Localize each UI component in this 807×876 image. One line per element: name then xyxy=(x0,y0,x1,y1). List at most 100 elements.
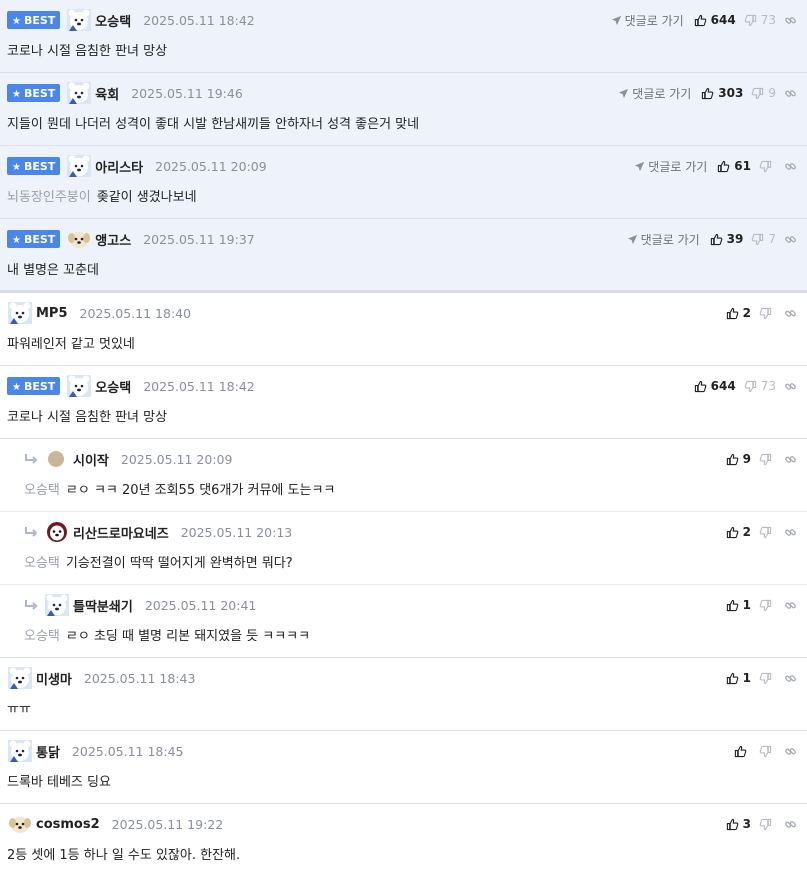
thumbs-down-icon xyxy=(759,599,772,612)
nickname[interactable]: 틀딱분쇄기 xyxy=(73,596,133,615)
upvote-button[interactable]: 644 xyxy=(694,13,736,27)
comment-body: 지들이 뭔데 나더러 성격이 좋대 시발 한남새끼들 안하자너 성격 좋은거 맞… xyxy=(7,113,797,132)
link-icon[interactable] xyxy=(784,599,797,612)
downvote-button[interactable] xyxy=(759,160,776,173)
reply-target[interactable]: 오승택 xyxy=(24,483,60,498)
link-icon[interactable] xyxy=(784,745,797,758)
nickname[interactable]: 미생마 xyxy=(36,669,72,688)
upvote-button[interactable]: 39 xyxy=(710,232,743,246)
comment-header: 통닭 2025.05.11 18:45 xyxy=(7,740,807,762)
upvote-count: 644 xyxy=(710,13,736,27)
avatar[interactable] xyxy=(7,739,33,763)
reply-target[interactable]: 뇌동장인주붕이 xyxy=(7,190,91,205)
reply-target[interactable]: 오승택 xyxy=(24,556,60,571)
link-icon[interactable] xyxy=(784,160,797,173)
star-icon: ★ xyxy=(12,88,21,100)
link-icon[interactable] xyxy=(784,307,797,320)
avatar[interactable] xyxy=(7,666,33,690)
downvote-button[interactable]: 9 xyxy=(751,86,776,100)
comment-body: 파워레인저 같고 멋있네 xyxy=(7,333,797,352)
downvote-button[interactable] xyxy=(759,745,776,758)
link-icon[interactable] xyxy=(784,380,797,393)
downvote-button[interactable] xyxy=(759,453,776,466)
downvote-button[interactable]: 73 xyxy=(744,379,776,393)
link-icon[interactable] xyxy=(784,87,797,100)
comment-date: 2025.05.11 20:09 xyxy=(120,451,233,467)
upvote-button[interactable]: 1 xyxy=(726,598,751,612)
upvote-count: 3 xyxy=(742,817,751,831)
star-icon: ★ xyxy=(12,234,21,246)
avatar[interactable] xyxy=(44,520,70,544)
comment-header: 시이작 2025.05.11 20:09 xyxy=(22,448,807,470)
reply-go-button[interactable]: 댓글로 가기 xyxy=(627,231,700,248)
best-comment: ★ BEST 육회 2025.05.11 19:46 댓글로 가기 303 9 지들이 뭔데 … xyxy=(0,73,807,146)
upvote-button[interactable]: 2 xyxy=(726,306,751,320)
reply-go-button[interactable]: 댓글로 가기 xyxy=(634,158,707,175)
upvote-button[interactable]: 1 xyxy=(726,671,751,685)
avatar[interactable] xyxy=(7,812,33,836)
thumbs-down-icon xyxy=(759,160,772,173)
downvote-button[interactable]: 7 xyxy=(751,232,776,246)
nickname[interactable]: 오승택 xyxy=(95,11,131,30)
comment-header: 미생마 2025.05.11 18:43 xyxy=(7,667,807,689)
comment-header: cosmos2 2025.05.11 19:22 xyxy=(7,813,807,835)
link-icon[interactable] xyxy=(784,453,797,466)
comment-text: 파워레인저 같고 멋있네 xyxy=(7,337,135,352)
upvote-button[interactable]: 2 xyxy=(726,525,751,539)
nickname[interactable]: 육회 xyxy=(95,84,119,103)
reply-go-button[interactable]: 댓글로 가기 xyxy=(618,85,691,102)
comment-body: ㅠㅠ xyxy=(7,698,797,717)
reply-go-button[interactable]: 댓글로 가기 xyxy=(611,12,684,29)
reply-go-label: 댓글로 가기 xyxy=(624,13,684,28)
reply-target[interactable]: 오승택 xyxy=(24,629,60,644)
link-icon[interactable] xyxy=(784,526,797,539)
comment-date: 2025.05.11 18:42 xyxy=(143,12,255,28)
comment-header: MP5 2025.05.11 18:40 xyxy=(7,302,807,324)
comment-date: 2025.05.11 19:46 xyxy=(131,85,243,101)
comment-actions: 9 xyxy=(726,448,797,470)
link-icon[interactable] xyxy=(784,672,797,685)
comment-body: 오승택 기승전결이 딱딱 떨어지게 완벽하면 뭐다? xyxy=(24,552,797,571)
avatar[interactable] xyxy=(44,593,70,617)
comment-date: 2025.05.11 19:37 xyxy=(143,231,255,247)
reply-arrow-icon xyxy=(24,598,38,612)
nickname[interactable]: 아리스타 xyxy=(95,157,143,176)
thumbs-down-icon xyxy=(751,87,764,100)
upvote-button[interactable] xyxy=(734,745,751,758)
comment-text: ㄹㅇ 초딩 때 별명 리본 돼지였을 듯 ㅋㅋㅋㅋ xyxy=(65,629,311,644)
link-icon[interactable] xyxy=(784,14,797,27)
comment-date: 2025.05.11 20:13 xyxy=(180,524,293,540)
best-label: BEST xyxy=(23,232,56,246)
nickname[interactable]: MP5 xyxy=(36,306,68,321)
nickname[interactable]: 오승택 xyxy=(95,377,131,396)
avatar[interactable] xyxy=(66,154,92,178)
downvote-button[interactable]: 73 xyxy=(744,13,776,27)
link-icon[interactable] xyxy=(784,818,797,831)
avatar[interactable] xyxy=(66,227,92,251)
downvote-button[interactable] xyxy=(759,307,776,320)
upvote-button[interactable]: 61 xyxy=(717,159,751,173)
downvote-button[interactable] xyxy=(759,526,776,539)
upvote-button[interactable]: 9 xyxy=(726,452,751,466)
downvote-button[interactable] xyxy=(759,672,776,685)
upvote-button[interactable]: 644 xyxy=(694,379,736,393)
nickname[interactable]: cosmos2 xyxy=(36,817,100,832)
avatar[interactable] xyxy=(66,374,92,398)
nickname[interactable]: 통닭 xyxy=(36,742,60,761)
nickname[interactable]: 리산드로마요네즈 xyxy=(73,523,169,542)
comment-actions: 댓글로 가기 644 73 xyxy=(611,9,797,31)
comment: 미생마 2025.05.11 18:43 1 ㅠㅠ xyxy=(0,658,807,731)
upvote-button[interactable]: 303 xyxy=(701,86,743,100)
avatar[interactable] xyxy=(7,301,33,325)
avatar[interactable] xyxy=(44,447,70,471)
thumbs-down-icon xyxy=(744,380,757,393)
nickname[interactable]: 앵고스 xyxy=(95,230,131,249)
avatar[interactable] xyxy=(66,8,92,32)
nickname[interactable]: 시이작 xyxy=(73,450,109,469)
upvote-button[interactable]: 3 xyxy=(726,817,751,831)
avatar[interactable] xyxy=(66,81,92,105)
downvote-button[interactable] xyxy=(759,818,776,831)
thumbs-down-icon xyxy=(759,672,772,685)
downvote-button[interactable] xyxy=(759,599,776,612)
link-icon[interactable] xyxy=(784,233,797,246)
